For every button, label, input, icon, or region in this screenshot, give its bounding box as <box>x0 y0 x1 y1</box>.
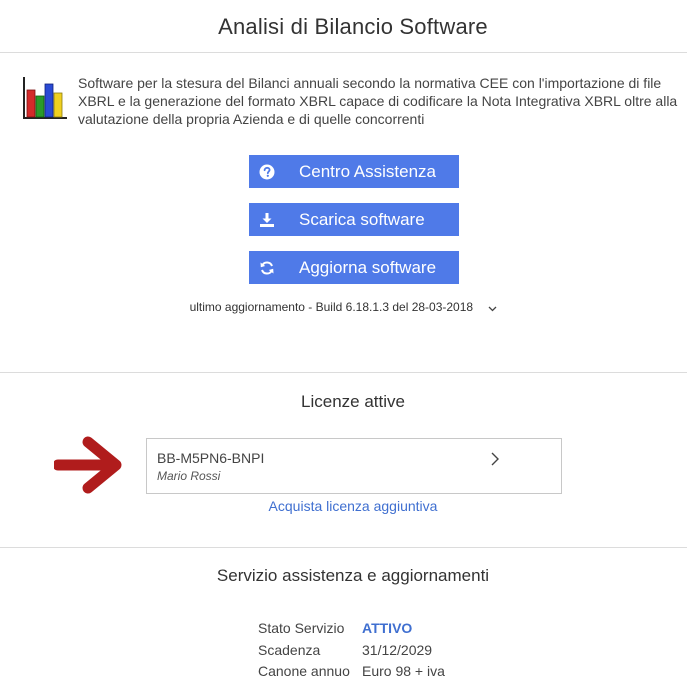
annual-fee-row: Canone annuo Euro 98 + iva <box>258 663 445 679</box>
chevron-down-icon[interactable] <box>488 301 497 315</box>
buy-additional-license-link[interactable]: Acquista licenza aggiuntiva <box>0 498 687 514</box>
service-title: Servizio assistenza e aggiornamenti <box>216 566 490 585</box>
chevron-right-icon <box>491 452 499 471</box>
expiry-value: 31/12/2029 <box>362 642 433 658</box>
bar-chart-icon <box>23 77 67 119</box>
arrow-right-icon <box>54 436 122 494</box>
download-icon <box>259 212 275 228</box>
service-status-row: Stato Servizio ATTIVO <box>258 620 412 636</box>
header-divider <box>0 52 687 53</box>
question-circle-icon <box>259 164 275 180</box>
build-info-text: ultimo aggiornamento - Build 6.18.1.3 de… <box>189 300 474 314</box>
section-divider <box>0 547 687 548</box>
support-center-label: Centro Assistenza <box>299 161 437 181</box>
license-item[interactable]: BB-M5PN6-BNPI Mario Rossi <box>146 438 562 494</box>
support-center-button[interactable]: Centro Assistenza <box>249 155 459 188</box>
service-status-label: Stato Servizio <box>258 620 345 636</box>
expiry-row: Scadenza 31/12/2029 <box>258 642 432 658</box>
license-code: BB-M5PN6-BNPI <box>157 450 265 466</box>
annual-fee-value: Euro 98 + iva <box>362 663 445 679</box>
app-description: Software per la stesura del Bilanci annu… <box>78 75 678 127</box>
annual-fee-label: Canone annuo <box>258 663 350 679</box>
page-title: Analisi di Bilancio Software <box>218 14 488 39</box>
expiry-label: Scadenza <box>258 642 321 658</box>
refresh-icon <box>259 260 275 276</box>
license-owner: Mario Rossi <box>157 469 221 483</box>
update-software-label: Aggiorna software <box>299 257 437 277</box>
licenses-title: Licenze attive <box>301 392 405 411</box>
build-info: ultimo aggiornamento - Build 6.18.1.3 de… <box>0 300 687 315</box>
download-software-button[interactable]: Scarica software <box>249 203 459 236</box>
download-software-label: Scarica software <box>299 209 425 229</box>
section-divider <box>0 372 687 373</box>
update-software-button[interactable]: Aggiorna software <box>249 251 459 284</box>
service-status-value: ATTIVO <box>362 620 413 636</box>
